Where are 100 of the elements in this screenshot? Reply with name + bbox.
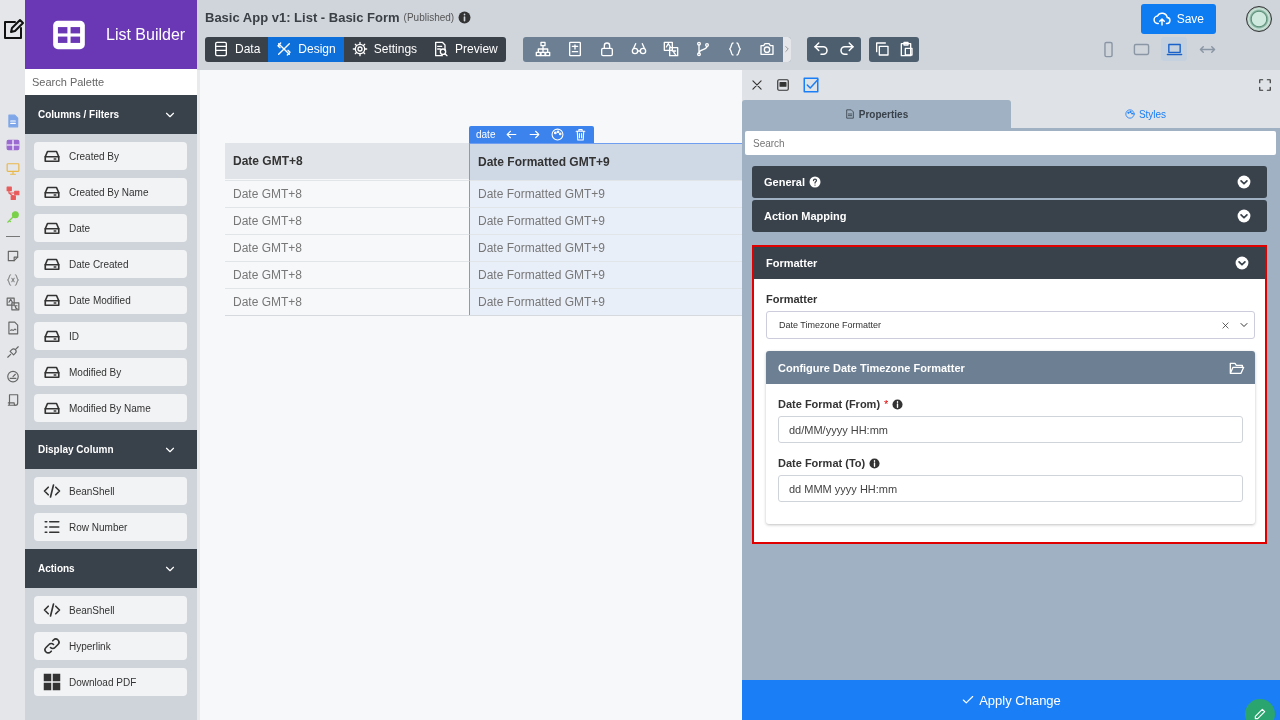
link-icon	[43, 637, 61, 655]
palette-item[interactable]: Modified By	[34, 358, 187, 386]
chevron-circle-icon	[1237, 209, 1251, 223]
section-title: Formatter	[766, 257, 818, 269]
table-icon[interactable]	[5, 138, 20, 152]
apply-button[interactable]: Apply Change	[742, 680, 1280, 720]
palette-item[interactable]: Row Number	[34, 513, 187, 541]
palette-item[interactable]: Date Modified	[34, 286, 187, 314]
table-cell: Date Formatted GMT+9	[469, 234, 742, 261]
builder-title: List Builder	[106, 25, 186, 44]
card-title: Configure Date Timezone Formatter	[778, 361, 965, 374]
translate-icon[interactable]	[5, 297, 20, 311]
save-button[interactable]: Save	[1140, 4, 1216, 34]
section-header[interactable]: Display Column	[25, 430, 197, 469]
palette-item[interactable]: Date	[34, 214, 187, 242]
field-label: Formatter	[766, 293, 819, 305]
accordion-header[interactable]: General	[752, 166, 1267, 198]
trash-icon[interactable]	[574, 128, 588, 141]
pencil-icon	[1253, 707, 1267, 720]
code-icon	[43, 601, 61, 619]
palette-item[interactable]: Hyperlink	[34, 632, 187, 660]
table-cell: Date Formatted GMT+9	[469, 288, 742, 315]
design-icon	[276, 41, 293, 57]
camera-icon[interactable]	[758, 41, 775, 57]
code-icon	[43, 482, 61, 500]
plug-icon[interactable]	[5, 345, 20, 359]
binoculars-icon[interactable]	[630, 41, 647, 57]
column-header[interactable]: Date Formatted GMT+9	[469, 143, 742, 180]
window-icon[interactable]	[776, 78, 790, 92]
mode-tab[interactable]: Preview	[425, 36, 506, 62]
info-icon	[458, 11, 472, 24]
hierarchy-icon[interactable]	[5, 186, 20, 200]
section-title: Columns / Filters	[38, 109, 120, 120]
palette-item[interactable]: BeanShell	[34, 596, 187, 624]
arrow-right-icon[interactable]	[528, 128, 542, 141]
palette-icon[interactable]	[551, 128, 565, 141]
cloud-upload-icon	[1152, 10, 1171, 28]
status-label: (Published)	[403, 12, 455, 23]
avatar[interactable]	[1246, 6, 1272, 32]
mode-tab[interactable]: Settings	[343, 36, 426, 62]
palette-item[interactable]: Date Created	[34, 250, 187, 278]
sitemap-icon[interactable]	[534, 41, 551, 57]
accordion-header[interactable]: Action Mapping	[752, 200, 1267, 232]
info-icon	[892, 398, 904, 410]
table-cell: Date Formatted GMT+9	[469, 261, 742, 288]
table-cell: Date GMT+8	[225, 261, 469, 288]
formatter-select[interactable]: Date Timezone Formatter	[766, 311, 1255, 339]
checkbox-icon[interactable]	[802, 76, 820, 94]
palette-icon	[1124, 109, 1135, 119]
variable-icon[interactable]	[5, 273, 20, 287]
palette-item[interactable]: Created By Name	[34, 178, 187, 206]
column-tag: date	[476, 129, 496, 140]
clear-icon[interactable]	[1221, 320, 1230, 330]
palette-item[interactable]: Modified By Name	[34, 394, 187, 422]
section-title: Display Column	[38, 444, 114, 455]
branch-icon[interactable]	[694, 41, 711, 57]
palette-item[interactable]: Download PDF	[34, 668, 187, 696]
section-header[interactable]: Actions	[25, 549, 197, 588]
translate-icon[interactable]	[662, 41, 679, 57]
palette-item[interactable]: Created By	[34, 142, 187, 170]
mode-tab[interactable]: Design	[268, 36, 344, 62]
required-mark: *	[884, 398, 889, 410]
table-cell: Date GMT+8	[225, 207, 469, 234]
copy-icon[interactable]	[873, 41, 890, 57]
form-icon[interactable]	[566, 41, 583, 57]
field-label: Date Format (From)	[778, 398, 881, 410]
mode-tab[interactable]: Data	[205, 36, 269, 62]
table-cell: Date Formatted GMT+9	[469, 180, 742, 207]
palette-item[interactable]: ID	[34, 322, 187, 350]
accordion-header[interactable]: Formatter	[754, 247, 1265, 279]
arrow-left-icon[interactable]	[505, 128, 519, 141]
input-field[interactable]: dd/MM/yyyy HH:mm	[778, 416, 1243, 443]
table-cell: Date GMT+8	[225, 288, 469, 315]
input-field[interactable]: dd MMM yyyy HH:mm	[778, 475, 1243, 502]
lock-icon[interactable]	[598, 41, 615, 57]
column-header[interactable]: Date GMT+8	[225, 143, 469, 179]
panel-tab[interactable]: Properties	[742, 100, 1011, 128]
gauge-icon[interactable]	[5, 369, 20, 383]
section-header[interactable]: Columns / Filters	[25, 95, 197, 134]
section-title: General	[764, 176, 805, 188]
scroll-icon[interactable]	[5, 393, 20, 407]
file-icon[interactable]	[5, 321, 20, 335]
undo-icon[interactable]	[811, 40, 830, 58]
note-icon[interactable]	[5, 249, 20, 263]
check-icon	[961, 693, 976, 707]
close-icon[interactable]	[750, 78, 764, 92]
search-field[interactable]: Search	[745, 131, 1276, 155]
info-icon	[869, 457, 881, 469]
page-title: Basic App v1: List - Basic Form	[205, 10, 400, 25]
file-icon	[844, 109, 855, 119]
braces-icon[interactable]	[726, 41, 743, 57]
fullscreen-icon[interactable]	[1258, 78, 1272, 92]
search-field[interactable]: Search Palette	[25, 69, 197, 95]
table-cell: Date Formatted GMT+9	[469, 207, 742, 234]
chevron-circle-icon	[1235, 256, 1249, 270]
list-icon	[43, 518, 61, 536]
redo-icon[interactable]	[837, 40, 856, 58]
device-toggle[interactable]	[1161, 37, 1187, 61]
palette-item[interactable]: BeanShell	[34, 477, 187, 505]
table-cell: Date GMT+8	[225, 180, 469, 207]
